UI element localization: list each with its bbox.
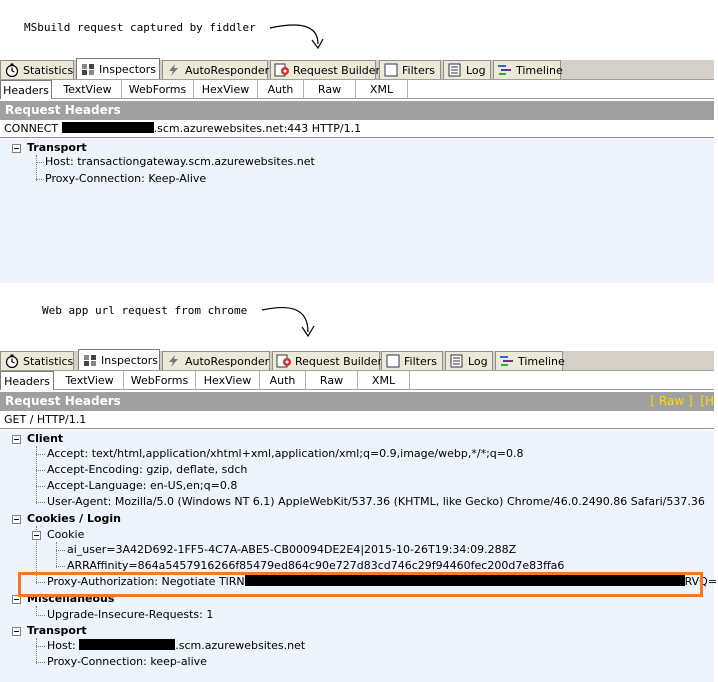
raw-link[interactable]: [ Raw ]	[650, 394, 692, 408]
tab-filters[interactable]: Filters	[379, 60, 441, 79]
subtab-raw[interactable]: Raw	[306, 371, 358, 390]
tab-statistics[interactable]: Statistics	[0, 60, 74, 79]
tab-log[interactable]: Log	[443, 60, 491, 79]
request-headers-title: Request Headers [ Raw ] [H	[0, 392, 714, 411]
log-icon	[448, 63, 461, 77]
collapse-toggle[interactable]	[12, 144, 21, 153]
request-builder-icon	[274, 63, 289, 77]
timeline-icon	[500, 356, 513, 366]
subtab-raw[interactable]: Raw	[304, 80, 356, 99]
lightning-icon	[169, 355, 178, 367]
header-accept[interactable]: Accept: text/html,application/xhtml+xml,…	[47, 447, 523, 461]
headers-tree: Transport Host: transactiongateway.scm.a…	[0, 139, 714, 283]
subtab-auth[interactable]: Auth	[260, 371, 306, 390]
caption-chrome: Web app url request from chrome	[42, 304, 248, 317]
tab-request-builder[interactable]: Request Builder	[272, 351, 382, 370]
timeline-icon	[498, 65, 511, 75]
sub-tabs: Headers TextView WebForms HexView Auth R…	[0, 79, 714, 99]
collapse-toggle[interactable]	[32, 531, 41, 540]
inspectors-icon	[84, 355, 96, 366]
checkbox-icon	[384, 63, 398, 77]
collapse-toggle[interactable]	[12, 627, 21, 636]
redacted-block	[61, 122, 154, 133]
log-icon	[450, 354, 463, 368]
header-user-agent[interactable]: User-Agent: Mozilla/5.0 (Windows NT 6.1)…	[47, 495, 705, 509]
fiddler-panel-msbuild: Statistics Inspectors AutoResponder Requ…	[0, 58, 714, 283]
request-headers-title: Request Headers	[0, 101, 714, 120]
subtab-xml[interactable]: XML	[356, 80, 408, 99]
header-proxy-connection[interactable]: Proxy-Connection: Keep-Alive	[45, 172, 206, 186]
cookie-arraffinity[interactable]: ARRAffinity=864a5457916266f85479ed864c90…	[67, 559, 564, 573]
headers-tree: Client Accept: text/html,application/xht…	[0, 430, 717, 682]
stopwatch-icon	[5, 63, 19, 77]
collapse-toggle[interactable]	[12, 435, 21, 444]
group-transport: Transport	[27, 141, 87, 154]
curved-arrow-icon	[261, 306, 315, 338]
header-accept-encoding[interactable]: Accept-Encoding: gzip, deflate, sdch	[47, 463, 247, 477]
subtab-headers[interactable]: Headers	[0, 80, 52, 99]
tab-filters[interactable]: Filters	[381, 351, 443, 370]
sub-tabs: Headers TextView WebForms HexView Auth R…	[0, 370, 714, 390]
fiddler-panel-chrome: Statistics Inspectors AutoResponder Requ…	[0, 349, 717, 682]
curved-arrow-icon	[269, 24, 324, 50]
request-line: CONNECT .scm.azurewebsites.net:443 HTTP/…	[0, 120, 714, 138]
group-cookies-login: Cookies / Login	[27, 512, 121, 525]
request-line: GET / HTTP/1.1	[0, 411, 714, 429]
tab-autoresponder[interactable]: AutoResponder	[162, 351, 270, 370]
redacted-block	[79, 639, 176, 650]
tab-inspectors[interactable]: Inspectors	[78, 349, 160, 370]
tab-request-builder[interactable]: Request Builder	[270, 60, 380, 79]
tab-log[interactable]: Log	[445, 351, 493, 370]
proxy-authorization-highlight	[18, 572, 703, 597]
group-client: Client	[27, 432, 64, 445]
header-definitions-link[interactable]: [H	[700, 394, 714, 408]
caption-msbuild: MSbuild request captured by fiddler	[24, 21, 256, 34]
subtab-auth[interactable]: Auth	[258, 80, 304, 99]
inspectors-icon	[82, 64, 94, 75]
header-host[interactable]: Host: transactiongateway.scm.azurewebsit…	[45, 155, 315, 169]
tab-timeline[interactable]: Timeline	[495, 351, 565, 370]
header-upgrade-insecure-requests[interactable]: Upgrade-Insecure-Requests: 1	[47, 608, 213, 622]
checkbox-icon	[386, 354, 400, 368]
main-tabs: Statistics Inspectors AutoResponder Requ…	[0, 58, 714, 79]
collapse-toggle[interactable]	[12, 515, 21, 524]
header-host[interactable]: Host: .scm.azurewebsites.net	[47, 639, 305, 653]
request-builder-icon	[276, 354, 291, 368]
stopwatch-icon	[5, 354, 19, 368]
subtab-webforms[interactable]: WebForms	[124, 371, 196, 390]
tab-timeline[interactable]: Timeline	[493, 60, 563, 79]
subtab-textview[interactable]: TextView	[56, 371, 124, 390]
tab-inspectors[interactable]: Inspectors	[76, 58, 160, 79]
group-transport: Transport	[27, 624, 87, 637]
header-accept-language[interactable]: Accept-Language: en-US,en;q=0.8	[47, 479, 237, 493]
cookie-ai-user[interactable]: ai_user=3A42D692-1FF5-4C7A-ABE5-CB00094D…	[67, 543, 516, 557]
tab-statistics[interactable]: Statistics	[0, 351, 74, 370]
subtab-webforms[interactable]: WebForms	[122, 80, 194, 99]
main-tabs: Statistics Inspectors AutoResponder Requ…	[0, 349, 714, 370]
header-proxy-connection[interactable]: Proxy-Connection: keep-alive	[47, 655, 207, 669]
subtab-textview[interactable]: TextView	[54, 80, 122, 99]
subtab-headers[interactable]: Headers	[0, 371, 54, 390]
lightning-icon	[169, 64, 178, 76]
subtab-xml[interactable]: XML	[358, 371, 410, 390]
tab-autoresponder[interactable]: AutoResponder	[162, 60, 269, 79]
subtab-hexview[interactable]: HexView	[196, 371, 260, 390]
subtab-hexview[interactable]: HexView	[194, 80, 258, 99]
cookie-node[interactable]: Cookie	[47, 528, 84, 542]
